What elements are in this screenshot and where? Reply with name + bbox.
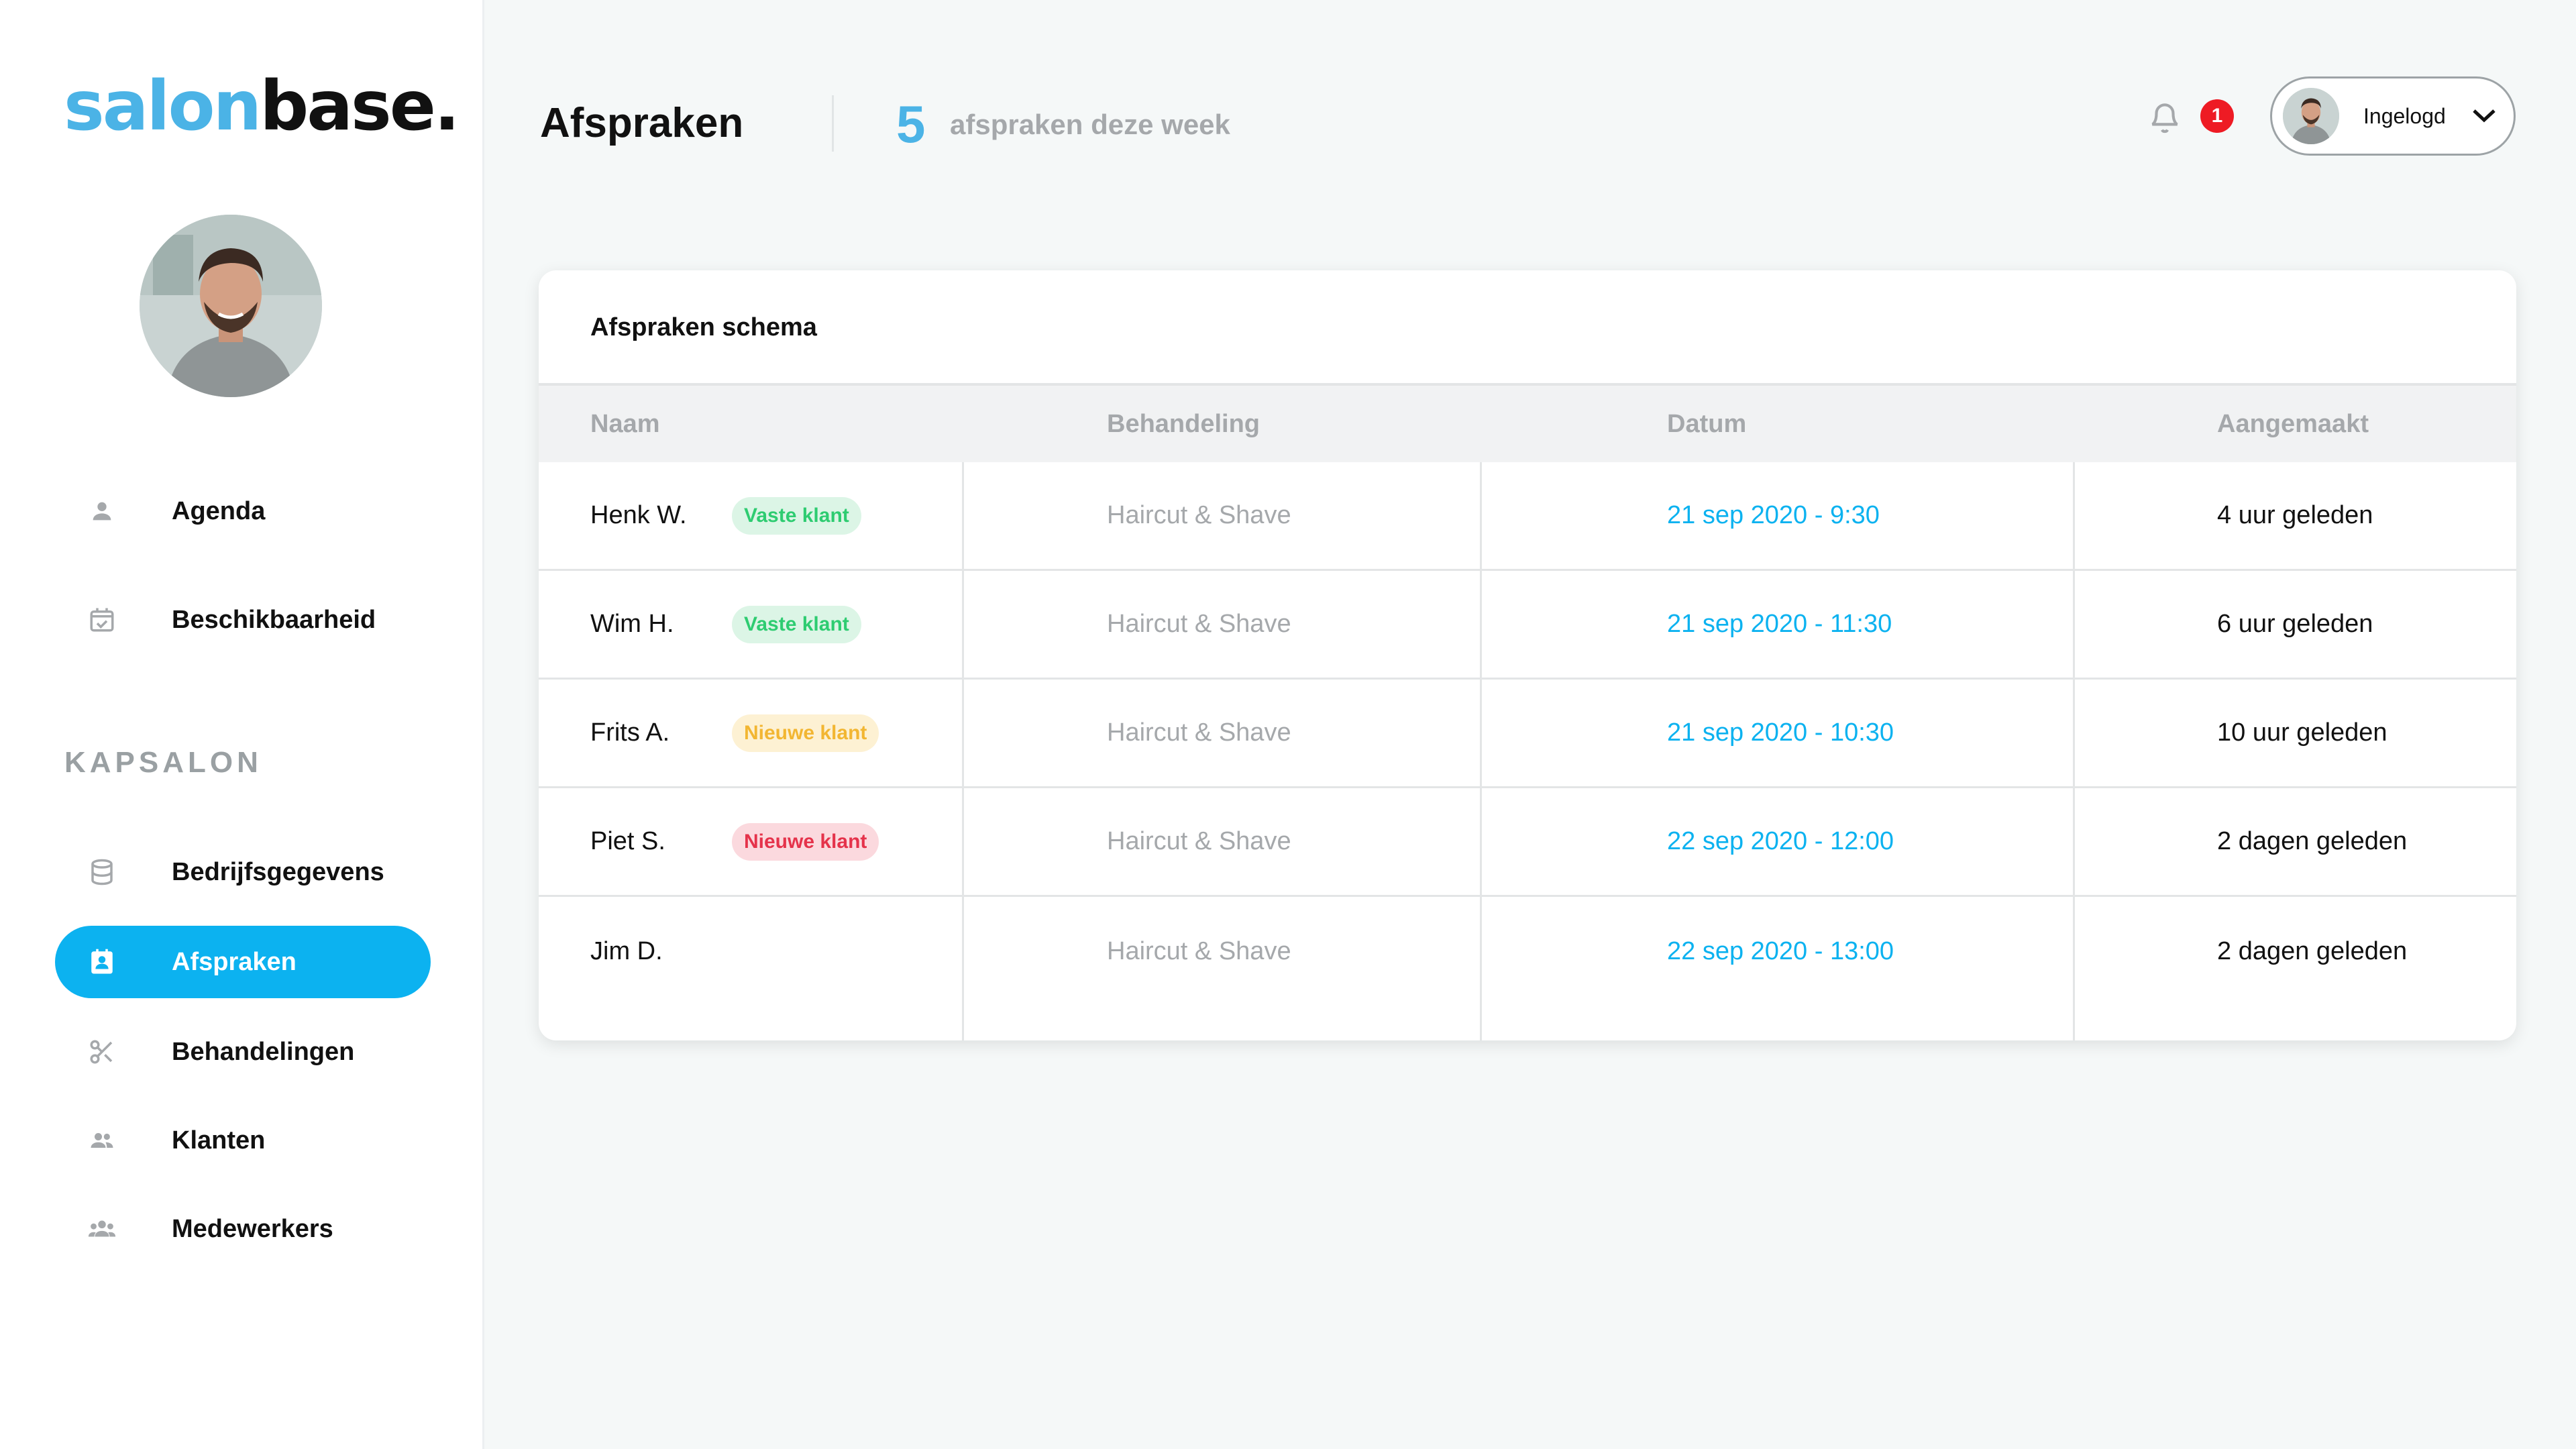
contact-card-icon (82, 942, 122, 982)
sidebar-item-label: Bedrijfsgegevens (172, 857, 384, 886)
table-row[interactable]: Jim D. Haircut & Shave 22 sep 2020 - 13:… (539, 897, 2516, 1006)
sidebar-item-label: Beschikbaarheid (172, 605, 376, 634)
row-created: 4 uur geleden (2217, 501, 2373, 529)
sidebar-item-medewerkers[interactable]: Medewerkers (55, 1193, 431, 1265)
page-title: Afspraken (540, 100, 744, 146)
sidebar-item-label: Behandelingen (172, 1037, 355, 1066)
row-name: Henk W. (590, 501, 687, 529)
status-badge: Vaste klant (732, 605, 861, 643)
table-header: Naam Behandeling Datum Aangemaakt (539, 383, 2516, 462)
user-label: Ingelogd (2363, 104, 2446, 128)
sidebar-item-klanten[interactable]: Klanten (55, 1104, 431, 1177)
sidebar: salonbase. Agenda Beschikbaarheid KAPSAL… (0, 0, 484, 1449)
sidebar-item-beschikbaarheid[interactable]: Beschikbaarheid (55, 584, 431, 656)
person-icon (82, 491, 122, 531)
row-created: 2 dagen geleden (2217, 827, 2408, 855)
row-name: Wim H. (590, 610, 674, 638)
sidebar-item-label: Klanten (172, 1126, 266, 1155)
row-created: 2 dagen geleden (2217, 936, 2408, 965)
column-header-behandeling[interactable]: Behandeling (1107, 410, 1260, 439)
row-name: Jim D. (590, 936, 663, 965)
row-date[interactable]: 21 sep 2020 - 9:30 (1667, 462, 1880, 569)
row-date[interactable]: 21 sep 2020 - 11:30 (1667, 571, 1892, 678)
database-icon (82, 852, 122, 892)
profile-photo[interactable] (140, 215, 322, 397)
row-name: Frits A. (590, 718, 670, 747)
week-appointment-count: 5 (896, 95, 926, 154)
salonbase-logo[interactable]: salonbase. (64, 72, 460, 141)
status-badge: Vaste klant (732, 496, 861, 535)
chevron-down-icon (2471, 105, 2498, 125)
row-name: Piet S. (590, 827, 665, 855)
table-row[interactable]: Piet S. Nieuwe klant Haircut & Shave 22 … (539, 788, 2516, 897)
avatar (2283, 88, 2339, 144)
row-created: 6 uur geleden (2217, 610, 2373, 638)
people-icon (82, 1120, 122, 1161)
header-divider (832, 95, 834, 152)
row-treatment: Haircut & Shave (1107, 610, 1291, 638)
scissors-icon (82, 1032, 122, 1072)
avatar-graphic (2283, 88, 2339, 144)
sidebar-item-agenda[interactable]: Agenda (55, 475, 431, 547)
section-title-kapsalon: KAPSALON (64, 746, 262, 779)
user-menu-dropdown[interactable]: Ingelogd (2270, 76, 2516, 156)
column-header-datum[interactable]: Datum (1667, 410, 1746, 439)
row-treatment: Haircut & Shave (1107, 936, 1291, 965)
table-row[interactable]: Henk W. Vaste klant Haircut & Shave 21 s… (539, 462, 2516, 571)
column-header-naam[interactable]: Naam (590, 410, 660, 439)
column-header-aangemaakt[interactable]: Aangemaakt (2217, 410, 2369, 439)
table-row[interactable]: Frits A. Nieuwe klant Haircut & Shave 21… (539, 680, 2516, 788)
card-title: Afspraken schema (590, 313, 817, 341)
row-created: 10 uur geleden (2217, 718, 2387, 747)
sidebar-item-label: Agenda (172, 496, 266, 525)
sidebar-item-behandelingen[interactable]: Behandelingen (55, 1016, 431, 1088)
calendar-check-icon (82, 600, 122, 640)
profile-photo-graphic (140, 215, 322, 397)
row-treatment: Haircut & Shave (1107, 718, 1291, 747)
table-row[interactable]: Wim H. Vaste klant Haircut & Shave 21 se… (539, 571, 2516, 680)
bell-icon[interactable] (2148, 99, 2182, 136)
sidebar-item-bedrijfsgegevens[interactable]: Bedrijfsgegevens (55, 836, 431, 908)
row-date[interactable]: 22 sep 2020 - 13:00 (1667, 897, 1894, 1006)
logo-part-salon: salon (64, 66, 262, 146)
sidebar-item-label: Afspraken (172, 947, 297, 976)
row-date[interactable]: 21 sep 2020 - 10:30 (1667, 680, 1894, 786)
status-badge: Nieuwe klant (732, 714, 879, 752)
logo-part-base: base. (260, 66, 460, 146)
group-icon (82, 1209, 122, 1249)
row-treatment: Haircut & Shave (1107, 501, 1291, 529)
status-badge: Nieuwe klant (732, 822, 879, 861)
row-treatment: Haircut & Shave (1107, 827, 1291, 855)
sidebar-item-afspraken[interactable]: Afspraken (55, 926, 431, 998)
sidebar-item-label: Medewerkers (172, 1214, 333, 1243)
notification-count-badge[interactable]: 1 (2200, 99, 2234, 133)
row-date[interactable]: 22 sep 2020 - 12:00 (1667, 788, 1894, 895)
week-appointment-text: afspraken deze week (950, 109, 1230, 140)
appointments-card: Afspraken schema Naam Behandeling Datum … (539, 270, 2516, 1040)
